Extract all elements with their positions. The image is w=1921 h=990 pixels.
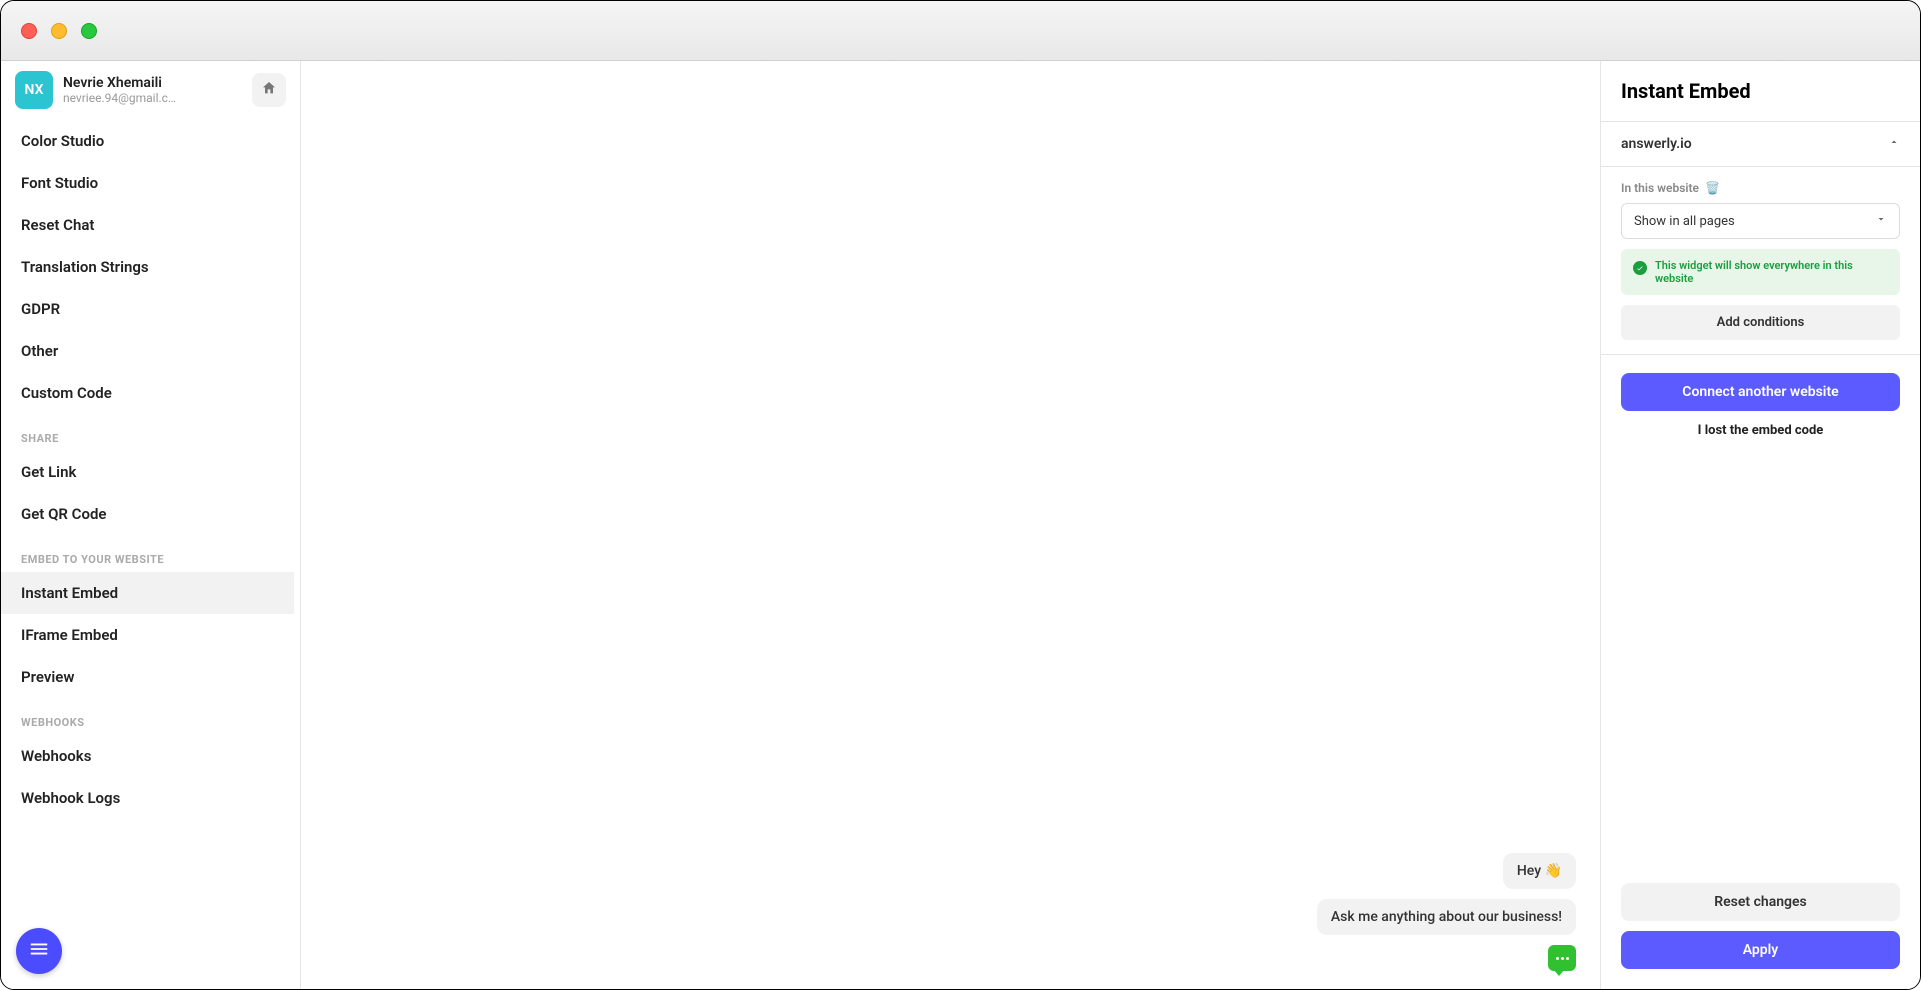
lost-embed-code-link[interactable]: I lost the embed code bbox=[1698, 423, 1824, 438]
sidebar-item-color-studio[interactable]: Color Studio bbox=[1, 120, 294, 162]
sidebar-item-iframe-embed[interactable]: IFrame Embed bbox=[1, 614, 294, 656]
check-icon bbox=[1633, 261, 1647, 275]
sidebar-item-font-studio[interactable]: Font Studio bbox=[1, 162, 294, 204]
sidebar-item-translation-strings[interactable]: Translation Strings bbox=[1, 246, 294, 288]
menu-fab-button[interactable] bbox=[16, 928, 62, 974]
sidebar-section-webhooks: Webhooks bbox=[1, 698, 294, 735]
panel-footer: Reset changes Apply bbox=[1601, 869, 1920, 989]
trash-icon[interactable]: 🗑️ bbox=[1705, 181, 1720, 195]
widget-info-text: This widget will show everywhere in this… bbox=[1655, 259, 1888, 285]
sidebar-item-other[interactable]: Other bbox=[1, 330, 294, 372]
window-titlebar bbox=[1, 1, 1920, 61]
sidebar-section-embed: Embed to your website bbox=[1, 535, 294, 572]
chat-launcher-button[interactable] bbox=[1548, 945, 1576, 971]
widget-info-box: This widget will show everywhere in this… bbox=[1621, 249, 1900, 295]
sidebar-section-share: Share bbox=[1, 414, 294, 451]
page-scope-select[interactable]: Show in all pages bbox=[1621, 203, 1900, 239]
menu-icon bbox=[28, 938, 50, 964]
chevron-down-icon bbox=[1875, 213, 1887, 229]
panel-title: Instant Embed bbox=[1601, 61, 1920, 122]
sidebar-item-custom-code[interactable]: Custom Code bbox=[1, 372, 294, 414]
apply-button[interactable]: Apply bbox=[1621, 931, 1900, 969]
website-settings-section: In this website 🗑️ Show in all pages Thi… bbox=[1601, 167, 1920, 355]
connect-section: Connect another website I lost the embed… bbox=[1601, 355, 1920, 456]
main-preview-area: Hey 👋 Ask me anything about our business… bbox=[301, 61, 1600, 989]
chat-bubble-greeting: Hey 👋 bbox=[1503, 853, 1576, 889]
add-conditions-button[interactable]: Add conditions bbox=[1621, 305, 1900, 340]
connect-another-website-button[interactable]: Connect another website bbox=[1621, 373, 1900, 411]
user-email: nevriee.94@gmail.c… bbox=[63, 91, 242, 105]
home-button[interactable] bbox=[252, 73, 286, 107]
sidebar-header: NX Nevrie Xhemaili nevriee.94@gmail.c… bbox=[1, 61, 300, 120]
sidebar-item-get-link[interactable]: Get Link bbox=[1, 451, 294, 493]
sidebar-item-reset-chat[interactable]: Reset Chat bbox=[1, 204, 294, 246]
select-value: Show in all pages bbox=[1634, 214, 1735, 229]
chevron-up-icon bbox=[1888, 136, 1900, 152]
sidebar-scroll[interactable]: Color Studio Font Studio Reset Chat Tran… bbox=[1, 120, 300, 989]
sidebar: NX Nevrie Xhemaili nevriee.94@gmail.c… C… bbox=[1, 61, 301, 989]
chat-widget-preview: Hey 👋 Ask me anything about our business… bbox=[1317, 853, 1576, 971]
chat-bubble-prompt: Ask me anything about our business! bbox=[1317, 899, 1576, 935]
sidebar-item-instant-embed[interactable]: Instant Embed bbox=[1, 572, 294, 614]
avatar[interactable]: NX bbox=[15, 71, 53, 109]
website-domain-label: answerly.io bbox=[1621, 136, 1692, 152]
sidebar-item-webhook-logs[interactable]: Webhook Logs bbox=[1, 777, 294, 819]
reset-changes-button[interactable]: Reset changes bbox=[1621, 883, 1900, 921]
window-close-button[interactable] bbox=[21, 23, 37, 39]
sidebar-item-webhooks[interactable]: Webhooks bbox=[1, 735, 294, 777]
window-minimize-button[interactable] bbox=[51, 23, 67, 39]
sidebar-item-preview[interactable]: Preview bbox=[1, 656, 294, 698]
user-name: Nevrie Xhemaili bbox=[63, 75, 242, 91]
right-panel: Instant Embed answerly.io In this websit… bbox=[1600, 61, 1920, 989]
sidebar-item-gdpr[interactable]: GDPR bbox=[1, 288, 294, 330]
sidebar-item-get-qr-code[interactable]: Get QR Code bbox=[1, 493, 294, 535]
website-accordion-header[interactable]: answerly.io bbox=[1601, 122, 1920, 167]
in-this-website-label: In this website 🗑️ bbox=[1621, 181, 1900, 195]
home-icon bbox=[261, 80, 277, 100]
chat-icon bbox=[1556, 957, 1569, 960]
window-maximize-button[interactable] bbox=[81, 23, 97, 39]
